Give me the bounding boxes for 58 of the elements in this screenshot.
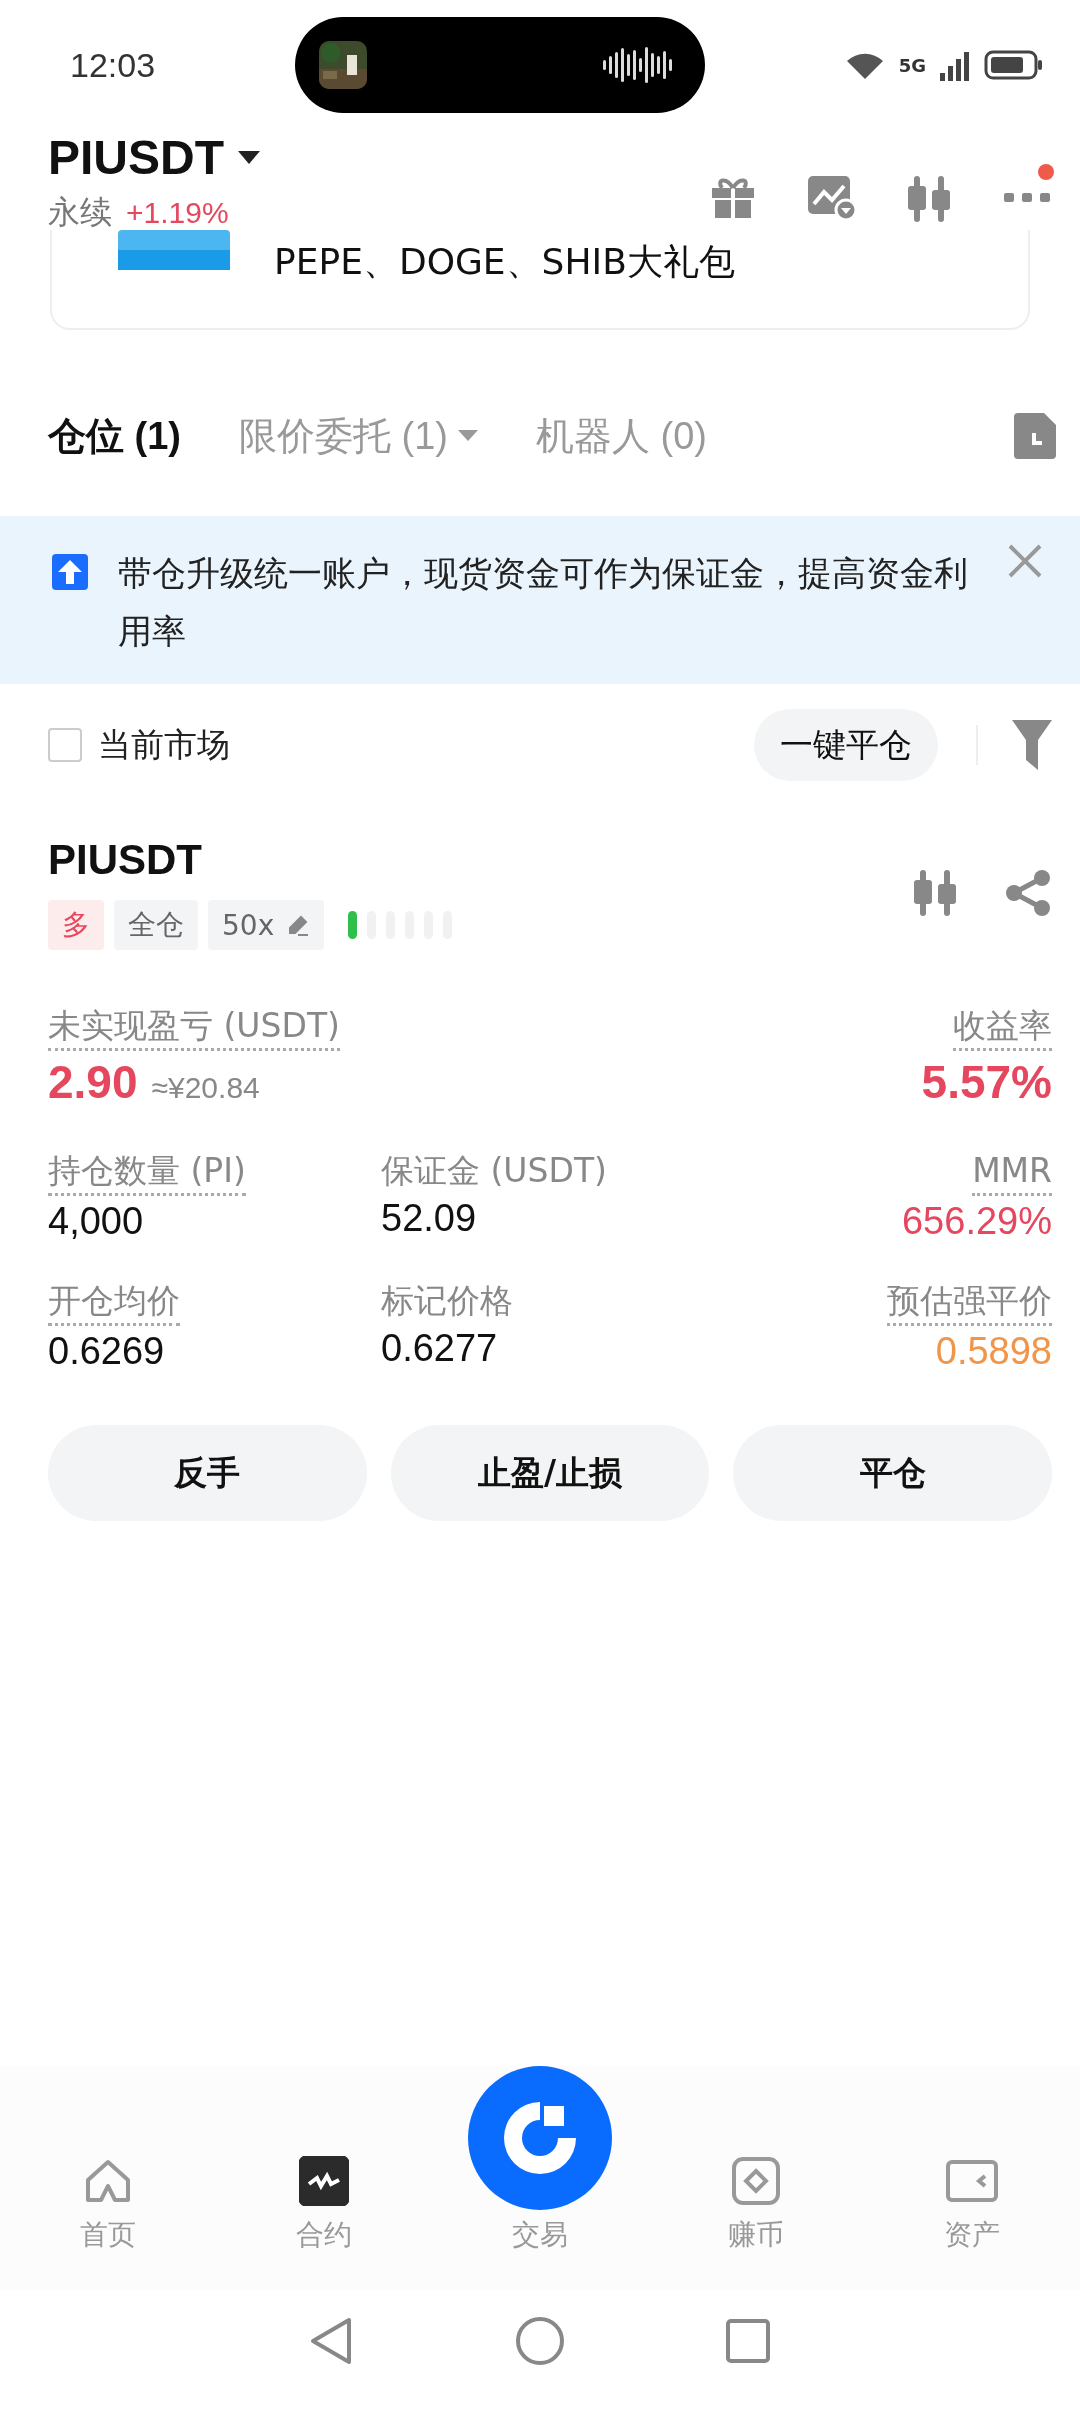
pencil-icon [286, 913, 311, 937]
stat-label: 持仓数量 (PI) [48, 1149, 246, 1196]
promo-text: PEPE、DOGE、SHIB大礼包 [274, 240, 735, 284]
stat-label: 预估强平价 [887, 1279, 1052, 1326]
upgrade-icon [52, 554, 88, 590]
contract-type: 永续 [48, 192, 112, 233]
unrealized-pnl: 2.90 [48, 1055, 138, 1109]
network-type: 5G [898, 54, 926, 76]
symbol-selector[interactable]: PIUSDT [48, 130, 260, 185]
stat-value: 4,000 [48, 1200, 144, 1243]
stat-label: 标记价格 [381, 1280, 513, 1322]
caret-icon [238, 150, 260, 165]
home-button-icon[interactable] [515, 2316, 565, 2366]
notice-text: 带仓升级统一账户，现货资金可作为保证金，提高资金利用率 [118, 552, 969, 653]
nav-item[interactable]: 赚币 [648, 2156, 864, 2254]
close-button[interactable] [1008, 544, 1042, 578]
recents-icon[interactable] [725, 2318, 771, 2364]
tab[interactable]: 限价委托 (1) [239, 410, 478, 462]
candlestick-icon[interactable] [906, 174, 952, 224]
stat-label: 保证金 (USDT) [381, 1150, 607, 1192]
position-symbol: PIUSDT [48, 836, 202, 883]
price-change: +1.19% [126, 196, 229, 230]
pnl-cny: ≈¥20.84 [151, 1071, 260, 1105]
stat-label: 收益率 [953, 1004, 1052, 1051]
roe-value: 5.57% [921, 1055, 1052, 1109]
nav-item[interactable]: 首页 [0, 2156, 216, 2254]
document-clock-icon[interactable] [1014, 413, 1056, 459]
nav-item[interactable]: 资产 [864, 2156, 1080, 2254]
waveform-icon [602, 45, 675, 85]
battery-icon [984, 50, 1044, 80]
filter-icon[interactable] [1012, 720, 1052, 770]
stat-value: 0.6277 [381, 1327, 498, 1370]
margin-mode-tag: 全仓 [114, 900, 198, 950]
signal-icon [940, 49, 970, 81]
stat-value: 52.09 [381, 1197, 477, 1240]
stat-value: 0.6269 [48, 1330, 165, 1373]
nav-item[interactable]: 交易 [432, 2066, 648, 2254]
stat-value: 656.29% [902, 1200, 1052, 1243]
stat-label: 未实现盈亏 (USDT) [48, 1004, 340, 1051]
action-button[interactable]: 反手 [48, 1425, 367, 1521]
checkbox[interactable] [48, 728, 82, 762]
stat-label: 开仓均价 [48, 1279, 180, 1326]
stat-value: 0.5898 [935, 1330, 1052, 1373]
leverage-tag[interactable]: 50x [208, 900, 325, 950]
clock: 12:03 [70, 45, 156, 85]
action-button[interactable]: 止盈/止损 [390, 1425, 710, 1521]
close-all-button[interactable]: 一键平仓 [754, 709, 938, 781]
promo-card[interactable]: PEPE、DOGE、SHIB大礼包 [50, 230, 1030, 330]
side-tag: 多 [48, 900, 104, 950]
nav-item[interactable]: 合约 [216, 2156, 432, 2254]
share-icon[interactable] [1004, 869, 1052, 917]
tab[interactable]: 机器人 (0) [536, 410, 707, 462]
checkbox-label: 当前市场 [98, 723, 230, 766]
chart-icon[interactable] [806, 174, 856, 220]
candlestick-icon[interactable] [912, 868, 958, 918]
tab[interactable]: 仓位 (1) [48, 410, 181, 462]
action-button[interactable]: 平仓 [733, 1425, 1052, 1521]
stat-label: MMR [972, 1149, 1052, 1196]
